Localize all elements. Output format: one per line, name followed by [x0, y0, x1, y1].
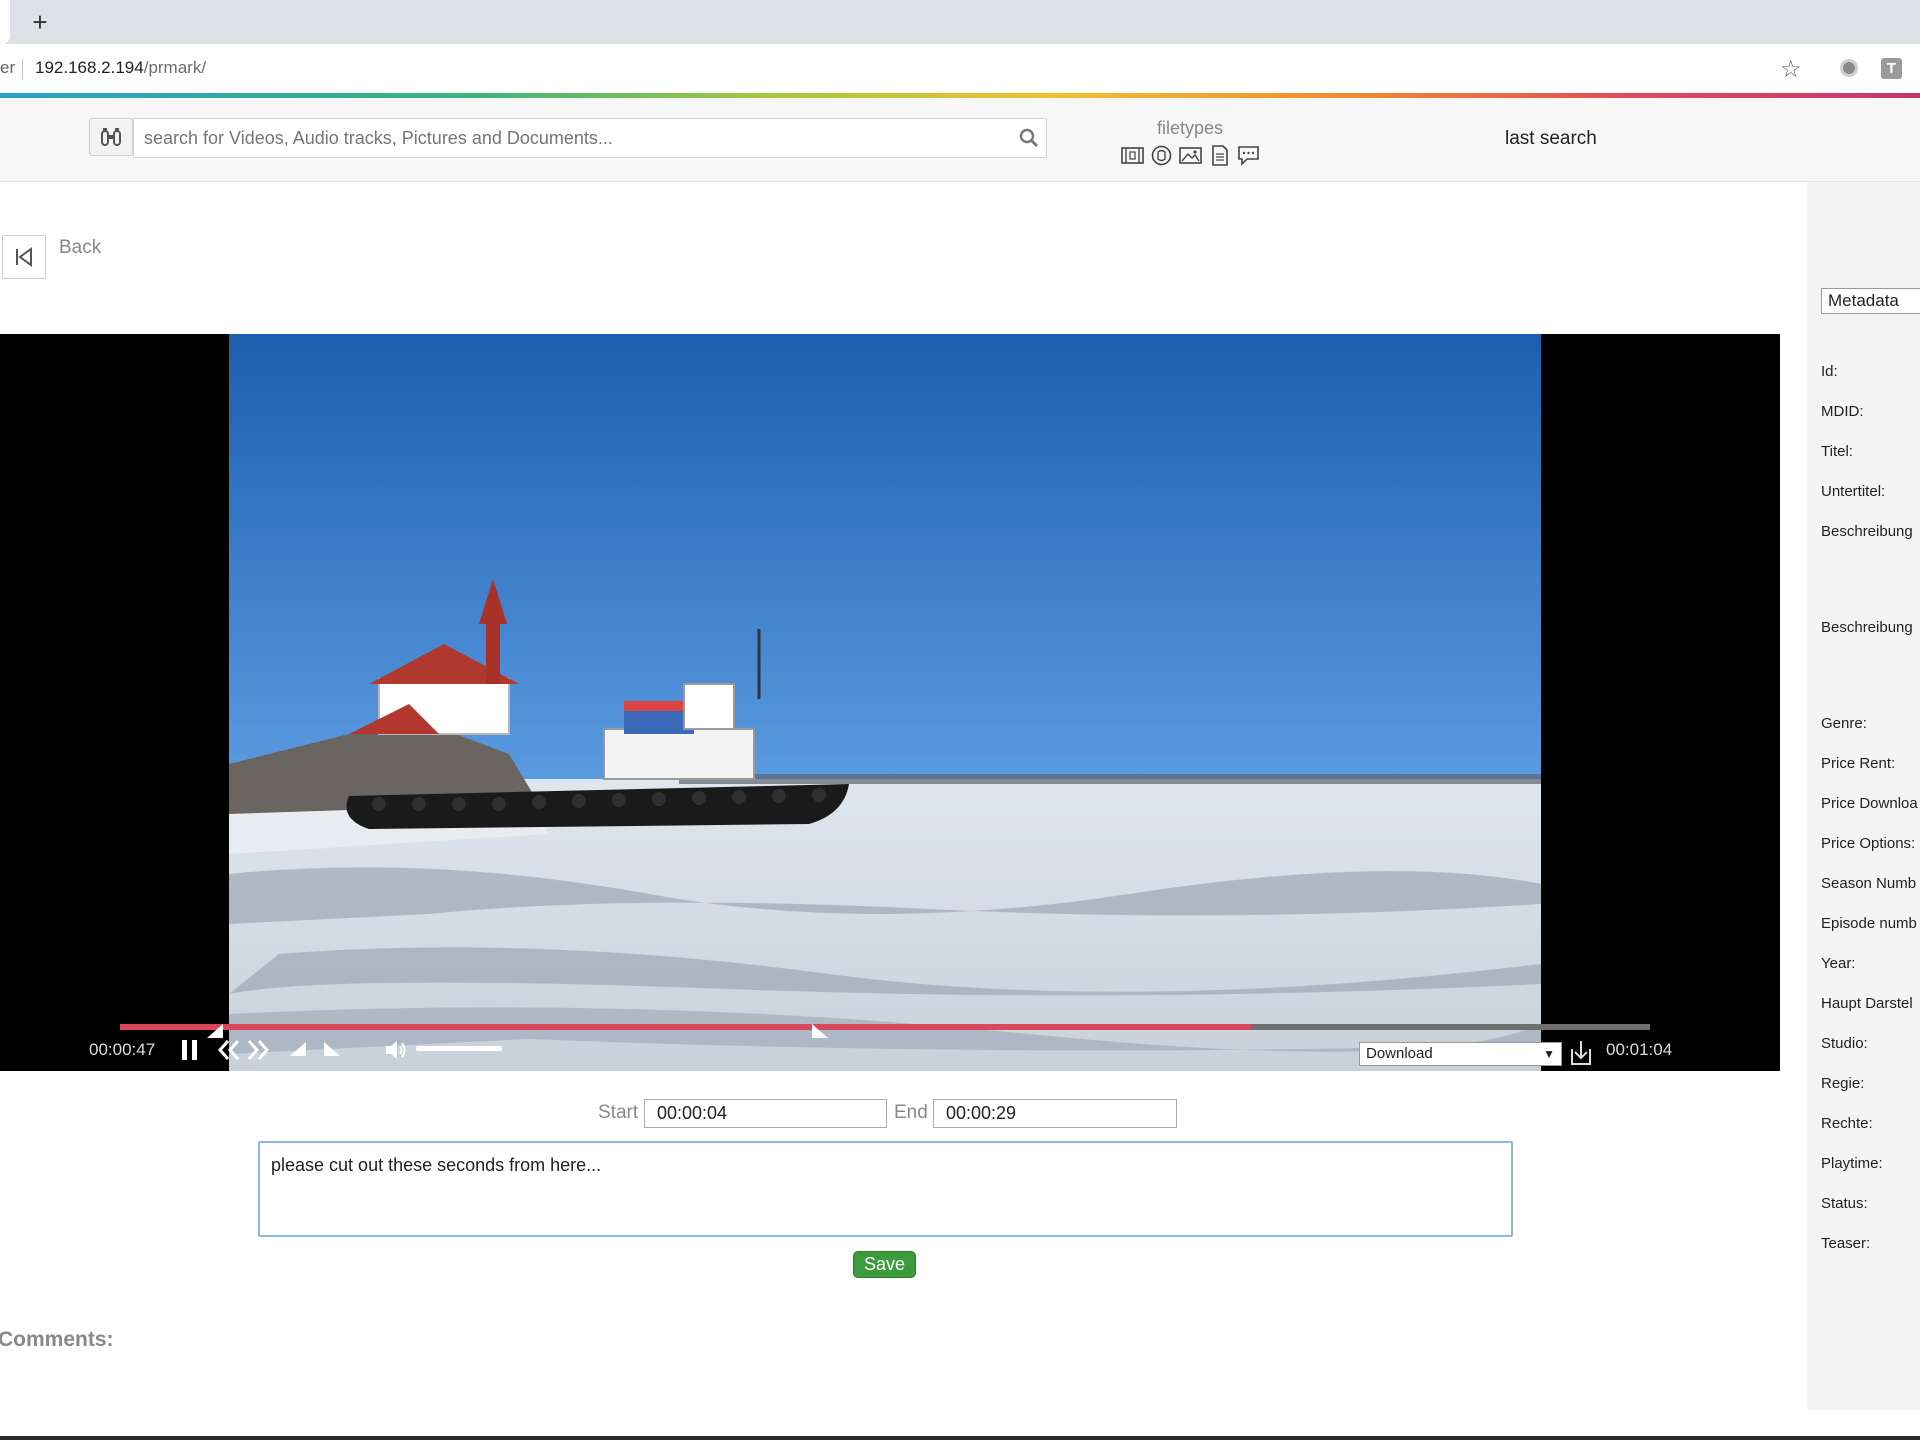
address-separator	[22, 59, 23, 79]
download-select-value: Download	[1366, 1045, 1433, 1062]
volume-slider[interactable]	[416, 1046, 502, 1051]
last-search-link[interactable]: last search	[1505, 128, 1597, 150]
download-select[interactable]: Download ▼	[1359, 1042, 1562, 1066]
metadata-field-label: Rechte:	[1821, 1115, 1873, 1132]
metadata-field-label: Id:	[1821, 363, 1838, 380]
video-frame[interactable]	[229, 334, 1541, 1071]
metadata-field-label: Beschreibung	[1821, 523, 1913, 540]
metadata-field-label: Status:	[1821, 1195, 1868, 1212]
binoculars-button[interactable]	[89, 118, 133, 156]
download-icon[interactable]	[1569, 1039, 1593, 1067]
cut-start-marker-icon[interactable]	[207, 1024, 223, 1038]
filetypes-filter: filetypes	[1110, 118, 1270, 166]
address-path: /prmark/	[143, 58, 207, 77]
metadata-field-label: Genre:	[1821, 715, 1867, 732]
audio-icon[interactable]	[1150, 145, 1173, 166]
end-time-input[interactable]	[933, 1099, 1177, 1128]
address-host: 192.168.2.194	[35, 58, 144, 77]
metadata-field-label: Haupt Darstel	[1821, 995, 1913, 1012]
back-label[interactable]: Back	[59, 237, 101, 259]
metadata-field-label: MDID:	[1821, 403, 1864, 420]
metadata-select[interactable]: Metadata	[1821, 288, 1920, 314]
metadata-field-label: Titel:	[1821, 443, 1853, 460]
end-label: End	[894, 1102, 928, 1123]
skip-back-icon	[16, 247, 32, 267]
metadata-field-label: Price Rent:	[1821, 755, 1896, 772]
address-bar[interactable]: er 192.168.2.194/prmark/ ☆ T	[0, 44, 1920, 94]
search-input[interactable]	[144, 119, 1004, 157]
save-button[interactable]: Save	[853, 1251, 916, 1278]
active-tab-edge[interactable]	[0, 0, 10, 44]
app-header: filetypes last search	[0, 98, 1920, 182]
extension-t-icon[interactable]: T	[1881, 58, 1902, 79]
cut-comment-textarea[interactable]: please cut out these seconds from here..…	[258, 1141, 1513, 1237]
window-bottom-edge	[0, 1436, 1920, 1440]
binoculars-icon	[101, 128, 121, 146]
video-player[interactable]	[0, 334, 1780, 1071]
metadata-field-label: Season Numb	[1821, 875, 1917, 892]
rewind-icon[interactable]	[217, 1038, 241, 1062]
comments-heading: Comments:	[0, 1328, 114, 1351]
metadata-field-label: Price Downloa	[1821, 795, 1918, 812]
fast-forward-icon[interactable]	[246, 1038, 270, 1062]
metadata-field-label: Teaser:	[1821, 1235, 1871, 1252]
set-start-marker-icon[interactable]	[290, 1042, 306, 1056]
pause-icon[interactable]	[180, 1038, 200, 1062]
filetypes-label: filetypes	[1156, 118, 1224, 138]
start-time-input[interactable]	[644, 1099, 887, 1128]
extension-circle-icon[interactable]	[1840, 59, 1858, 77]
metadata-field-label: Beschreibung	[1821, 619, 1913, 636]
metadata-field-label: Episode numb	[1821, 915, 1917, 932]
document-icon[interactable]	[1208, 145, 1231, 166]
volume-icon[interactable]	[384, 1038, 408, 1062]
set-end-marker-icon[interactable]	[324, 1042, 340, 1056]
metadata-field-label: Playtime:	[1821, 1155, 1883, 1172]
address-url[interactable]: 192.168.2.194/prmark/	[35, 58, 206, 78]
tab-strip: +	[0, 0, 1920, 44]
picture-icon[interactable]	[1178, 145, 1202, 166]
address-prefix: er	[0, 58, 16, 77]
metadata-field-label: Price Options:	[1821, 835, 1916, 852]
search-icon[interactable]	[1018, 127, 1040, 149]
back-button[interactable]	[2, 235, 46, 279]
start-label: Start	[598, 1102, 639, 1123]
metadata-field-label: Regie:	[1821, 1075, 1865, 1092]
current-time: 00:00:47	[89, 1040, 156, 1059]
total-time: 00:01:04	[1606, 1040, 1673, 1059]
chevron-down-icon: ▼	[1543, 1047, 1555, 1061]
bookmark-star-icon[interactable]: ☆	[1780, 55, 1802, 84]
cut-end-marker-icon[interactable]	[812, 1024, 828, 1038]
metadata-field-label: Year:	[1821, 955, 1856, 972]
new-tab-button[interactable]: +	[26, 8, 54, 36]
search-box	[133, 118, 1047, 158]
metadata-field-label: Studio:	[1821, 1035, 1868, 1052]
metadata-field-label: Untertitel:	[1821, 483, 1886, 500]
progress-played[interactable]	[120, 1024, 1251, 1030]
filetype-icons	[1110, 145, 1270, 166]
comment-icon[interactable]	[1237, 145, 1260, 166]
video-icon[interactable]	[1120, 145, 1144, 166]
